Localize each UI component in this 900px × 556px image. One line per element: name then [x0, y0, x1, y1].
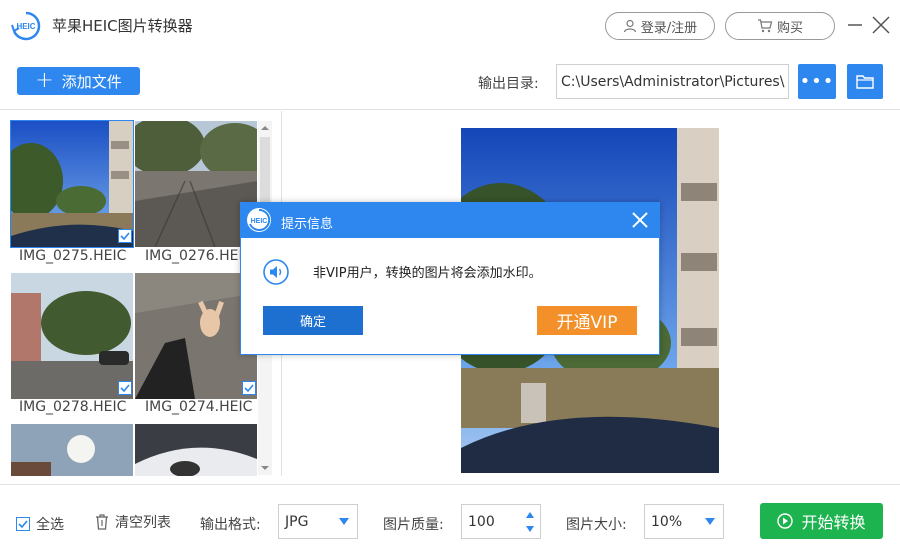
thumbnail-image: [11, 273, 133, 399]
thumbnail-label: IMG_0278.HEIC: [19, 399, 127, 415]
thumbnail-image: [135, 424, 257, 476]
login-button[interactable]: 登录/注册: [605, 12, 715, 40]
image-size-select[interactable]: 10%: [644, 504, 724, 539]
thumbnail-item-0278[interactable]: [11, 273, 133, 401]
browse-more-button[interactable]: •••: [798, 64, 836, 99]
plus-icon: +: [35, 68, 54, 93]
thumbnail-image: [10, 120, 134, 248]
thumbnail-checkbox[interactable]: [242, 381, 256, 395]
svg-text:HEIC: HEIC: [251, 218, 268, 225]
thumbnail-item-5[interactable]: [11, 424, 133, 476]
thumbnail-image: [135, 273, 257, 399]
checkbox[interactable]: [16, 517, 30, 531]
quality-label: 图片质量:: [383, 517, 444, 533]
dialog-title: 提示信息: [281, 217, 334, 232]
app-title: 苹果HEIC图片转换器: [52, 17, 193, 35]
close-window-icon[interactable]: [872, 16, 890, 34]
trash-icon: [96, 514, 108, 530]
dialog-header: HEIC 提示信息: [241, 203, 659, 238]
thumbnail-label: IMG_0274.HEIC: [145, 399, 253, 415]
dropdown-arrow-icon: [705, 518, 715, 525]
clear-list-label: 清空列表: [115, 515, 171, 531]
select-all-label: 全选: [36, 517, 64, 533]
dialog-close-icon[interactable]: [631, 211, 649, 229]
output-dir-label: 输出目录:: [478, 76, 539, 92]
add-file-label: 添加文件: [61, 72, 122, 91]
thumbnail-label: IMG_0275.HEIC: [19, 248, 127, 264]
open-folder-button[interactable]: [847, 64, 883, 99]
check-icon: [18, 520, 28, 529]
spin-up-icon[interactable]: [526, 512, 534, 518]
folder-icon: [856, 75, 874, 89]
check-icon: [244, 384, 254, 393]
check-icon: [120, 232, 130, 241]
start-convert-label: 开始转换: [801, 513, 866, 532]
quality-stepper[interactable]: 100: [461, 504, 541, 539]
scroll-down-icon[interactable]: [260, 463, 270, 473]
quality-value: 100: [468, 513, 495, 530]
thumbnail-checkbox[interactable]: [118, 229, 132, 243]
start-convert-button[interactable]: 开始转换: [760, 503, 883, 539]
login-label: 登录/注册: [640, 20, 698, 36]
thumbnail-item-0275[interactable]: [10, 120, 134, 249]
buy-label: 购买: [776, 20, 803, 36]
app-logo-icon: HEIC: [11, 11, 41, 41]
thumbnail-item-0274[interactable]: [135, 273, 257, 401]
thumbnail-checkbox[interactable]: [118, 381, 132, 395]
image-size-value: 10%: [651, 513, 683, 530]
output-format-select[interactable]: JPG: [278, 504, 358, 539]
dropdown-arrow-icon: [339, 518, 349, 525]
clear-list-button[interactable]: 清空列表: [95, 512, 171, 532]
vip-notice-dialog: HEIC 提示信息 非VIP用户，转换的图片将会添加水印。 确定 开通VIP: [240, 202, 660, 355]
output-dir-field[interactable]: C:\Users\Administrator\Pictures\: [556, 64, 789, 99]
open-vip-button[interactable]: 开通VIP: [537, 306, 637, 335]
bottom-bar: 全选 清空列表 输出格式: JPG 图片质量: 100 图片大小: 10% 开始…: [0, 484, 900, 556]
image-size-label: 图片大小:: [566, 517, 627, 533]
toolbar: + 添加文件 输出目录: C:\Users\Administrator\Pict…: [0, 52, 900, 110]
user-icon: [623, 19, 636, 33]
thumbnail-item-6[interactable]: [135, 424, 257, 476]
output-format-value: JPG: [285, 513, 309, 530]
thumbnail-image: [11, 424, 133, 476]
dialog-message: 非VIP用户，转换的图片将会添加水印。: [313, 266, 542, 281]
title-bar: HEIC 苹果HEIC图片转换器 登录/注册 购买: [0, 0, 900, 52]
cart-icon: [757, 19, 773, 33]
scroll-up-icon[interactable]: [260, 123, 270, 133]
play-icon: [777, 513, 794, 529]
output-format-label: 输出格式:: [200, 517, 261, 533]
confirm-button[interactable]: 确定: [263, 306, 363, 335]
check-icon: [120, 384, 130, 393]
dialog-logo-icon: HEIC: [247, 208, 271, 232]
minimize-icon[interactable]: [848, 14, 862, 36]
add-file-button[interactable]: + 添加文件: [17, 67, 140, 95]
thumbnail-item-0276[interactable]: [135, 121, 257, 249]
spin-down-icon[interactable]: [526, 526, 534, 532]
thumbnail-image: [135, 121, 257, 247]
buy-button[interactable]: 购买: [725, 12, 835, 40]
speaker-icon: [263, 259, 289, 285]
select-all-checkbox[interactable]: 全选: [16, 514, 64, 534]
svg-text:HEIC: HEIC: [16, 22, 35, 31]
